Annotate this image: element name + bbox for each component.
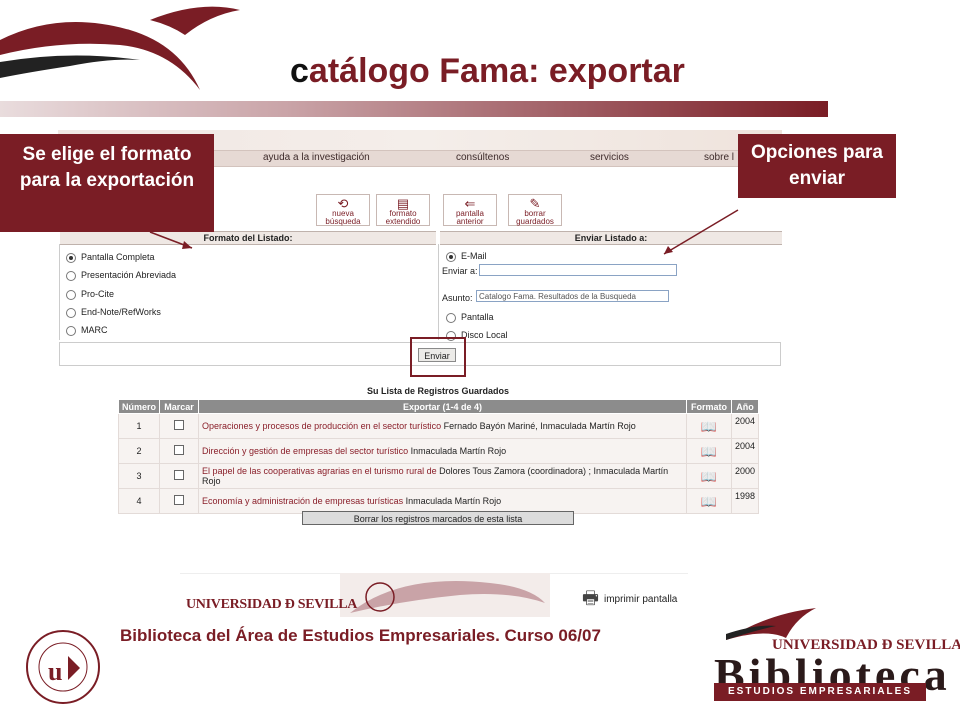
row-year: 2000 (730, 463, 760, 489)
checkbox-icon (174, 420, 185, 430)
row-number: 1 (117, 413, 161, 439)
saved-list-title: Su Lista de Registros Guardados (366, 386, 510, 396)
col-export[interactable]: Exportar (1-4 de 4) (198, 399, 687, 414)
checkbox-icon (174, 470, 185, 480)
row-checkbox[interactable] (159, 438, 200, 464)
record-title-link[interactable]: Operaciones y procesos de producción en … (202, 421, 441, 431)
col-year: Año (730, 399, 760, 414)
col-number: Número (117, 399, 161, 414)
row-number: 3 (117, 463, 161, 489)
row-format: 📖 (685, 463, 732, 489)
record-title-link[interactable]: Dirección y gestión de empresas del sect… (202, 446, 408, 456)
saved-records-table: Número Marcar Exportar (1-4 de 4) Format… (117, 399, 760, 514)
row-record: El papel de las cooperativas agrarias en… (198, 463, 687, 489)
book-icon: 📖 (700, 418, 718, 434)
footer-caption: Biblioteca del Área de Estudios Empresar… (120, 626, 601, 645)
book-icon: 📖 (700, 468, 718, 484)
arrow-send-icon (663, 209, 739, 255)
row-year: 1998 (730, 488, 760, 514)
row-checkbox[interactable] (159, 463, 200, 489)
row-record: Operaciones y procesos de producción en … (198, 413, 687, 439)
row-year: 2004 (730, 413, 760, 439)
callout-arrows (149, 209, 739, 255)
row-record: Economía y administración de empresas tu… (198, 488, 687, 514)
delete-marked-button[interactable]: Borrar los registros marcados de esta li… (302, 511, 574, 525)
logo-subtitle: ESTUDIOS EMPRESARIALES (714, 683, 926, 701)
checkbox-icon (174, 495, 185, 505)
row-checkbox[interactable] (159, 488, 200, 514)
table-row: 2 Dirección y gestión de empresas del se… (117, 438, 760, 464)
record-author: Fernado Bayón Mariné, Inmaculada Martín … (443, 421, 636, 431)
record-author: Inmaculada Martín Rojo (410, 446, 507, 456)
row-number: 2 (117, 438, 161, 464)
checkbox-icon (174, 445, 185, 455)
row-checkbox[interactable] (159, 413, 200, 439)
record-title-link[interactable]: Economía y administración de empresas tu… (202, 496, 403, 506)
row-year: 2004 (730, 438, 760, 464)
print-screen-link[interactable]: imprimir pantalla (604, 594, 677, 605)
arrowhead-format-icon (182, 241, 192, 249)
col-format: Formato (685, 399, 732, 414)
record-author: Inmaculada Martín Rojo (405, 496, 502, 506)
row-format: 📖 (685, 413, 732, 439)
col-mark: Marcar (159, 399, 200, 414)
row-number: 4 (117, 488, 161, 514)
record-title-link[interactable]: El papel de las cooperativas agrarias en… (202, 466, 437, 476)
table-row: 1 Operaciones y procesos de producción e… (117, 413, 760, 439)
university-seal-icon: u (26, 630, 100, 704)
row-format: 📖 (685, 438, 732, 464)
row-record: Dirección y gestión de empresas del sect… (198, 438, 687, 464)
table-row: 4 Economía y administración de empresas … (117, 488, 760, 514)
printer-icon[interactable]: 🖶 (582, 586, 599, 616)
footer-university-name: UNIVERSIDAD Ð SEVILLA (186, 597, 358, 612)
fama-logo-icon (340, 573, 550, 617)
svg-text:u: u (48, 657, 62, 686)
row-format: 📖 (685, 488, 732, 514)
table-row: 3 El papel de las cooperativas agrarias … (117, 463, 760, 489)
book-icon: 📖 (700, 443, 718, 459)
book-icon: 📖 (700, 493, 718, 509)
